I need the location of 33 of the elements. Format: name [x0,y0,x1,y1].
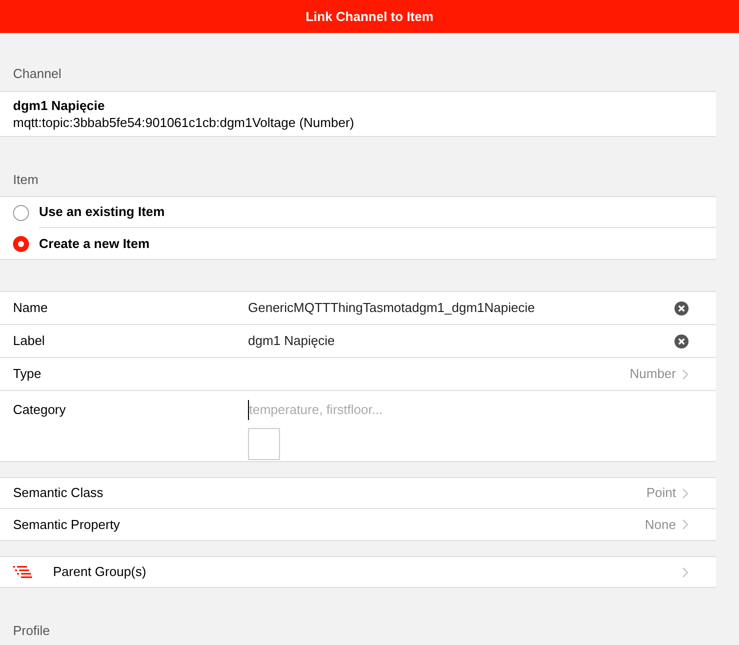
radio-button[interactable] [13,236,29,252]
text-field[interactable]: dgm1 Napięcie [248,331,674,351]
chevron-icon [682,519,689,530]
radio-option[interactable]: Use an existing Item [0,197,716,228]
field-label: Category [13,401,67,419]
section-heading: Profile [13,623,50,638]
semantic-row[interactable]: Semantic Property None [0,509,716,540]
chevron-icon [682,566,689,578]
section-heading: Item [13,172,38,186]
row-label: Parent Group(s) [53,563,148,582]
field-label: Label [13,332,46,350]
row-value: None [644,516,676,534]
radio-option[interactable]: Create a new Item [0,228,716,259]
chevron-icon [682,368,689,380]
channel-uid: mqtt:topic:3bbab5fe54:901061c1cb:dgm1Voltage (Number) [13,114,356,130]
section-heading: Channel [13,66,62,81]
clear-icon[interactable] [674,334,689,348]
parent-groups-row[interactable]: Parent Group(s) [0,556,716,588]
row-label: Semantic Class [13,484,104,502]
chevron-icon [682,488,689,498]
radio-button[interactable] [13,204,29,220]
field-label: Name [13,299,49,318]
channel-name: dgm1 Napięcie [13,96,106,114]
row-value: Point [646,484,676,502]
icon-preview [248,428,280,460]
list-icon [13,566,33,578]
row-label: Semantic Property [13,516,121,534]
page-title: Link Channel to Item [306,8,434,26]
category-field[interactable]: temperature, firstfloor... [248,400,648,420]
semantic-row[interactable]: Semantic Class Point [0,478,716,509]
clear-icon[interactable] [674,300,689,316]
field-label: Type [13,365,42,384]
text-field[interactable]: GenericMQTTThingTasmotadgm1_dgm1Napiecie [248,298,674,318]
